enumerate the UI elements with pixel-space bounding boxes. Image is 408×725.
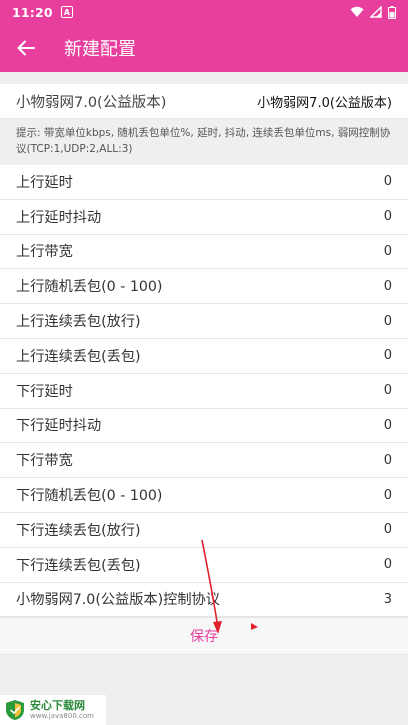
config-name-row[interactable]: 小物弱网7.0(公益版本) 小物弱网7.0(公益版本): [0, 84, 408, 119]
settings-list: 上行延时 0 上行延时抖动 0 上行带宽 0 上行随机丢包(0 - 100) 0 上行连…: [0, 165, 408, 618]
setting-value: 0: [383, 174, 392, 190]
setting-row-down-delay[interactable]: 下行延时 0: [0, 374, 408, 409]
status-bar: 11:20 A: [0, 0, 408, 24]
setting-value: 0: [383, 313, 392, 329]
setting-row-protocol[interactable]: 小物弱网7.0(公益版本)控制协议 3: [0, 583, 408, 618]
setting-label: 上行连续丢包(放行): [16, 314, 141, 331]
config-name-value[interactable]: 小物弱网7.0(公益版本): [257, 92, 392, 111]
setting-value: 0: [383, 487, 392, 503]
setting-label: 下行连续丢包(丢包): [16, 557, 141, 574]
signal-icon: [370, 6, 382, 18]
setting-value: 0: [383, 278, 392, 294]
setting-label: 上行带宽: [16, 244, 73, 261]
save-button[interactable]: 保存: [190, 626, 218, 646]
watermark-url: www.java800.com: [30, 712, 94, 720]
status-time: 11:20: [12, 4, 53, 20]
setting-row-down-bandwidth[interactable]: 下行带宽 0: [0, 443, 408, 479]
setting-value: 3: [383, 591, 392, 607]
setting-row-down-random-loss[interactable]: 下行随机丢包(0 - 100) 0: [0, 478, 408, 513]
save-area: 保存: [0, 617, 408, 656]
setting-row-up-jitter[interactable]: 上行延时抖动 0: [0, 200, 408, 235]
setting-value: 0: [383, 452, 392, 468]
page-title: 新建配置: [64, 39, 136, 60]
watermark-text: 安心下载网 www.java800.com: [30, 700, 94, 720]
top-spacer: [0, 72, 408, 84]
hint-text: 提示: 带宽单位kbps, 随机丢包单位%, 延时, 抖动, 连续丢包单位ms,…: [0, 119, 408, 165]
setting-label: 下行随机丢包(0 - 100): [16, 488, 163, 505]
setting-value: 0: [383, 417, 392, 433]
setting-row-up-bandwidth[interactable]: 上行带宽 0: [0, 235, 408, 270]
setting-value: 0: [383, 522, 392, 538]
setting-label: 下行带宽: [16, 453, 73, 470]
setting-value: 0: [383, 243, 392, 259]
setting-row-down-jitter[interactable]: 下行延时抖动 0: [0, 409, 408, 444]
setting-value: 0: [383, 348, 392, 364]
setting-value: 0: [383, 557, 392, 573]
setting-label: 上行随机丢包(0 - 100): [16, 279, 163, 296]
setting-row-up-delay[interactable]: 上行延时 0: [0, 165, 408, 200]
setting-row-down-burst-pass[interactable]: 下行连续丢包(放行) 0: [0, 513, 408, 548]
watermark-logo: 安心下载网 www.java800.com: [0, 695, 106, 725]
setting-label: 小物弱网7.0(公益版本)控制协议: [16, 592, 220, 609]
setting-label: 上行连续丢包(丢包): [16, 348, 141, 365]
config-name-label: 小物弱网7.0(公益版本): [16, 94, 167, 111]
setting-label: 上行延时: [16, 174, 73, 191]
setting-value: 0: [383, 209, 392, 225]
setting-row-up-burst-pass[interactable]: 上行连续丢包(放行) 0: [0, 304, 408, 339]
setting-label: 上行延时抖动: [16, 209, 102, 226]
notification-a-icon: A: [60, 6, 73, 18]
setting-row-up-random-loss[interactable]: 上行随机丢包(0 - 100) 0: [0, 269, 408, 305]
setting-value: 0: [383, 383, 392, 399]
setting-label: 下行延时抖动: [16, 418, 102, 435]
status-icons: [350, 5, 396, 19]
setting-row-down-burst-drop[interactable]: 下行连续丢包(丢包) 0: [0, 548, 408, 583]
setting-label: 下行延时: [16, 383, 73, 400]
shield-logo-icon: [6, 700, 24, 720]
setting-label: 下行连续丢包(放行): [16, 522, 141, 539]
wifi-icon: [350, 6, 364, 17]
arrow-left-icon[interactable]: [0, 24, 52, 72]
setting-row-up-burst-drop[interactable]: 上行连续丢包(丢包) 0: [0, 339, 408, 374]
watermark-title: 安心下载网: [30, 699, 85, 712]
battery-icon: [388, 5, 396, 19]
app-bar: 新建配置: [0, 24, 408, 72]
